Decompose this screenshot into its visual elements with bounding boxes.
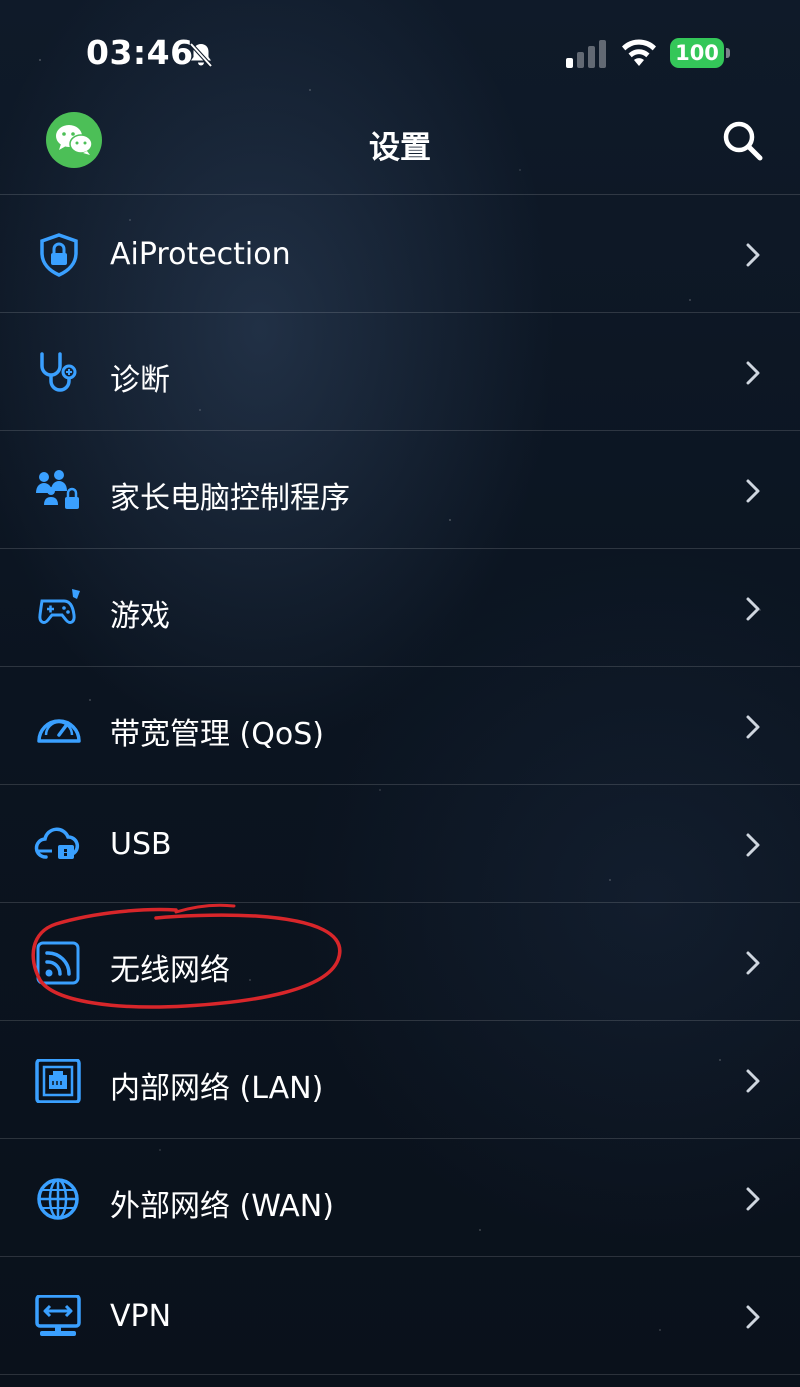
menu-item-parental-controls[interactable]: 家长电脑控制程序 (0, 431, 800, 549)
menu-label: USB (110, 827, 172, 862)
chevron-right-icon (746, 243, 760, 267)
chevron-right-icon (746, 597, 760, 621)
menu-label: 诊断 (110, 363, 170, 398)
page-title: 设置 (369, 130, 431, 166)
battery-cap (726, 48, 730, 58)
status-bar: 03:46 100 (0, 0, 800, 110)
battery-level: 100 (670, 38, 724, 68)
globe-icon (37, 1178, 79, 1220)
status-time: 03:46 (86, 33, 194, 72)
chevron-right-icon (746, 715, 760, 739)
menu-item-vpn[interactable]: VPN (0, 1257, 800, 1375)
ethernet-port-icon (35, 1059, 81, 1103)
menu-label: VPN (110, 1299, 172, 1334)
shield-lock-icon (40, 233, 78, 277)
chevron-right-icon (746, 479, 760, 503)
menu-label: 游戏 (110, 599, 170, 634)
menu-label: AiProtection (110, 237, 291, 272)
speedometer-icon (37, 719, 81, 743)
chevron-right-icon (746, 833, 760, 857)
gamepad-icon (38, 589, 80, 624)
menu-label: 内部网络 (LAN) (110, 1071, 324, 1106)
vpn-monitor-icon (35, 1295, 81, 1336)
wireless-icon (36, 941, 80, 985)
chevron-right-icon (746, 1069, 760, 1093)
wifi-icon (622, 39, 656, 66)
chevron-right-icon (746, 951, 760, 975)
chevron-right-icon (746, 1187, 760, 1211)
app-header: 设置 (0, 110, 800, 195)
menu-item-game[interactable]: 游戏 (0, 549, 800, 667)
menu-item-wireless[interactable]: 无线网络 (0, 903, 800, 1021)
cellular-signal-icon (566, 40, 606, 68)
menu-label: 家长电脑控制程序 (110, 481, 350, 516)
menu-label: 外部网络 (WAN) (110, 1189, 334, 1224)
chevron-right-icon (746, 361, 760, 385)
bell-slash-icon (189, 42, 213, 68)
menu-label: 带宽管理 (QoS) (110, 717, 324, 752)
menu-item-usb[interactable]: USB (0, 785, 800, 903)
menu-item-wan[interactable]: 外部网络 (WAN) (0, 1139, 800, 1257)
search-icon[interactable] (720, 118, 766, 164)
menu-label: 无线网络 (110, 953, 230, 988)
menu-item-diagnostics[interactable]: 诊断 (0, 313, 800, 431)
battery-icon: 100 (670, 38, 730, 68)
family-lock-icon (36, 470, 79, 509)
menu-item-lan[interactable]: 内部网络 (LAN) (0, 1021, 800, 1139)
settings-menu: AiProtection 诊断 家长电脑控制程序 游戏 带宽管理 (QoS) U… (0, 195, 800, 1375)
stethoscope-icon (40, 352, 77, 392)
menu-item-qos[interactable]: 带宽管理 (QoS) (0, 667, 800, 785)
menu-item-aiprotection[interactable]: AiProtection (0, 195, 800, 313)
cloud-usb-icon (34, 827, 80, 859)
chevron-right-icon (746, 1305, 760, 1329)
